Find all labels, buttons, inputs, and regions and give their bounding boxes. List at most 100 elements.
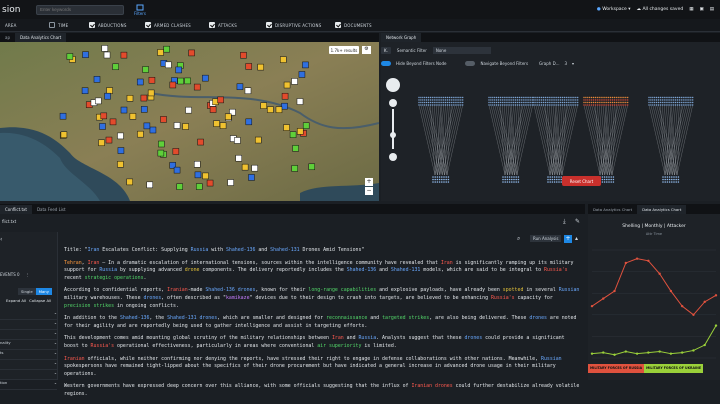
graph-node[interactable] bbox=[657, 99, 660, 101]
legend-ukraine[interactable]: MILITARY FORCES OF UKRAINE bbox=[644, 364, 704, 373]
line-chart[interactable] bbox=[588, 244, 720, 362]
search-input[interactable] bbox=[36, 4, 124, 15]
graph-node[interactable] bbox=[422, 101, 424, 104]
entity-highlight[interactable]: Iranian drones bbox=[411, 383, 452, 389]
graph-node[interactable] bbox=[548, 101, 550, 104]
graph-node[interactable] bbox=[435, 96, 437, 99]
graph-node[interactable] bbox=[556, 104, 558, 106]
graph-node[interactable] bbox=[448, 104, 451, 106]
graph-node[interactable] bbox=[602, 99, 604, 101]
graph-node[interactable] bbox=[575, 99, 577, 101]
graph-node[interactable] bbox=[567, 96, 569, 99]
graph-node[interactable] bbox=[675, 178, 677, 181]
event-marker[interactable] bbox=[177, 77, 184, 85]
graph-node[interactable] bbox=[499, 96, 502, 99]
graph-node[interactable] bbox=[625, 99, 627, 101]
graph-node[interactable] bbox=[517, 178, 520, 181]
graph-node[interactable] bbox=[612, 181, 615, 183]
graph-node[interactable] bbox=[615, 99, 617, 101]
graph-node[interactable] bbox=[600, 104, 602, 106]
data-point[interactable] bbox=[703, 300, 706, 304]
graph-node[interactable] bbox=[666, 181, 669, 183]
graph-node[interactable] bbox=[516, 101, 519, 104]
graph-node[interactable] bbox=[520, 96, 522, 99]
graph-node[interactable] bbox=[615, 96, 617, 99]
graph-node[interactable] bbox=[505, 99, 507, 101]
graph-node[interactable] bbox=[558, 96, 560, 99]
data-point[interactable] bbox=[613, 353, 616, 356]
graph-node[interactable] bbox=[447, 181, 450, 183]
graph-node[interactable] bbox=[437, 96, 439, 99]
entity-highlight[interactable]: drone bbox=[185, 267, 200, 273]
event-marker[interactable] bbox=[235, 154, 242, 162]
graph-node[interactable] bbox=[606, 101, 608, 104]
graph-node[interactable] bbox=[600, 99, 602, 101]
graph-node[interactable] bbox=[447, 178, 450, 181]
graph-node[interactable] bbox=[690, 104, 692, 106]
graph-node[interactable] bbox=[619, 104, 621, 106]
graph-node[interactable] bbox=[615, 101, 617, 104]
graph-node[interactable] bbox=[680, 104, 682, 106]
event-marker[interactable] bbox=[234, 137, 241, 144]
checkbox[interactable] bbox=[49, 22, 55, 28]
graph-node[interactable] bbox=[664, 176, 666, 178]
graph-node[interactable] bbox=[452, 101, 454, 104]
graph-node[interactable] bbox=[617, 96, 619, 99]
graph-node[interactable] bbox=[517, 181, 520, 183]
event-marker[interactable] bbox=[143, 122, 151, 130]
data-point[interactable] bbox=[692, 313, 695, 316]
add-button[interactable]: + bbox=[564, 235, 572, 243]
graph-node[interactable] bbox=[603, 178, 606, 181]
graph-node[interactable] bbox=[503, 99, 505, 101]
graph-node[interactable] bbox=[682, 99, 684, 101]
graph-node[interactable] bbox=[612, 178, 615, 181]
graph-node[interactable] bbox=[567, 101, 569, 104]
graph-node[interactable] bbox=[621, 96, 623, 99]
graph-node[interactable] bbox=[621, 101, 623, 104]
graph-node[interactable] bbox=[433, 104, 435, 106]
graph-node[interactable] bbox=[601, 176, 604, 178]
graph-node[interactable] bbox=[680, 101, 682, 104]
data-point[interactable] bbox=[635, 352, 639, 355]
graph-node[interactable] bbox=[516, 99, 519, 101]
graph-node[interactable] bbox=[617, 104, 619, 106]
graph-node[interactable] bbox=[556, 178, 558, 181]
graph-node[interactable] bbox=[669, 99, 671, 101]
graph-node[interactable] bbox=[495, 96, 498, 99]
zoom-out-button[interactable]: − bbox=[365, 187, 373, 195]
graph-node[interactable] bbox=[513, 101, 515, 104]
graph-node[interactable] bbox=[524, 104, 526, 106]
graph-node[interactable] bbox=[662, 178, 664, 181]
graph-node[interactable] bbox=[573, 101, 575, 104]
entity-highlight[interactable]: spotted bbox=[503, 287, 524, 293]
graph-node[interactable] bbox=[520, 104, 522, 106]
graph-node[interactable] bbox=[684, 101, 686, 104]
graph-node[interactable] bbox=[587, 99, 589, 101]
graph-node[interactable] bbox=[526, 104, 528, 106]
graph-node[interactable] bbox=[665, 96, 667, 99]
graph-node[interactable] bbox=[666, 178, 669, 181]
graph-node[interactable] bbox=[462, 104, 464, 106]
graph-node[interactable] bbox=[431, 96, 433, 99]
graph-node[interactable] bbox=[669, 101, 671, 104]
graph-node[interactable] bbox=[548, 104, 550, 106]
graph-node[interactable] bbox=[443, 181, 445, 183]
data-point[interactable] bbox=[658, 350, 661, 353]
graph-node[interactable] bbox=[673, 176, 675, 178]
graph-node[interactable] bbox=[675, 181, 677, 183]
graph-node[interactable] bbox=[652, 99, 654, 101]
graph-node[interactable] bbox=[585, 96, 587, 99]
graph-node[interactable] bbox=[501, 99, 503, 101]
graph-node[interactable] bbox=[494, 101, 496, 104]
event-marker[interactable] bbox=[158, 140, 165, 148]
graph-node[interactable] bbox=[458, 101, 460, 104]
graph-node[interactable] bbox=[657, 104, 660, 106]
entity-highlight[interactable]: Shahed-131 bbox=[270, 247, 299, 253]
graph-node[interactable] bbox=[438, 178, 441, 181]
graph-node[interactable] bbox=[532, 99, 534, 101]
graph-node[interactable] bbox=[553, 181, 556, 183]
graph-node[interactable] bbox=[425, 104, 428, 106]
graph-node[interactable] bbox=[530, 101, 532, 104]
entity-highlight[interactable]: Russia bbox=[99, 267, 117, 273]
graph-node[interactable] bbox=[604, 96, 606, 99]
